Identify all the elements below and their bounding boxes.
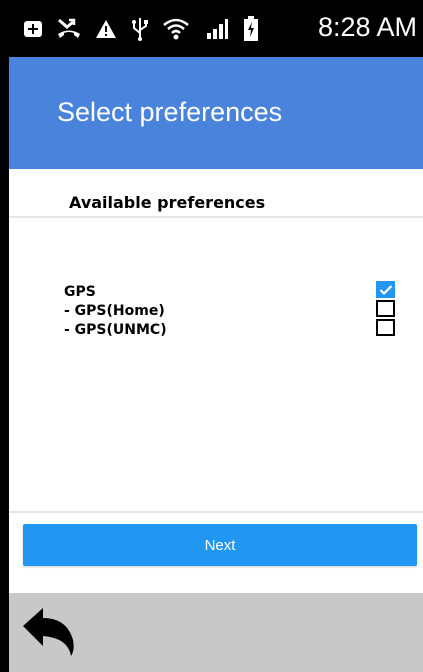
notification-icon [23, 20, 43, 38]
status-bar: 8:28 AM [9, 0, 423, 57]
missed-call-icon [57, 18, 81, 40]
preference-label-gps: GPS [64, 284, 96, 300]
back-arrow-icon [23, 608, 74, 656]
signal-icon [203, 18, 229, 40]
preference-list: GPS - GPS(Home) - GPS(UNMC) [64, 283, 167, 340]
checkmark-icon [379, 284, 392, 295]
divider [9, 511, 423, 513]
clock: 8:28 AM [317, 12, 417, 42]
back-button[interactable] [17, 601, 81, 663]
app-screen: 8:28 AM Select preferences Available pre… [9, 0, 423, 672]
divider [9, 216, 423, 218]
section-heading: Available preferences [69, 193, 266, 212]
next-button[interactable]: Next [23, 524, 417, 566]
wifi-icon [163, 17, 189, 41]
battery-icon [243, 15, 259, 42]
checkbox-gps[interactable] [376, 281, 395, 298]
preference-label-gps-unmc: - GPS(UNMC) [64, 322, 167, 338]
preference-label-gps-home: - GPS(Home) [64, 303, 165, 319]
warning-icon [95, 19, 117, 39]
navigation-bar [9, 593, 423, 672]
checkbox-gps-unmc[interactable] [376, 319, 395, 336]
app-header: Select preferences [9, 57, 423, 169]
usb-icon [131, 17, 149, 41]
checkbox-column [376, 281, 395, 338]
page-title: Select preferences [57, 97, 283, 127]
checkbox-gps-home[interactable] [376, 300, 395, 317]
